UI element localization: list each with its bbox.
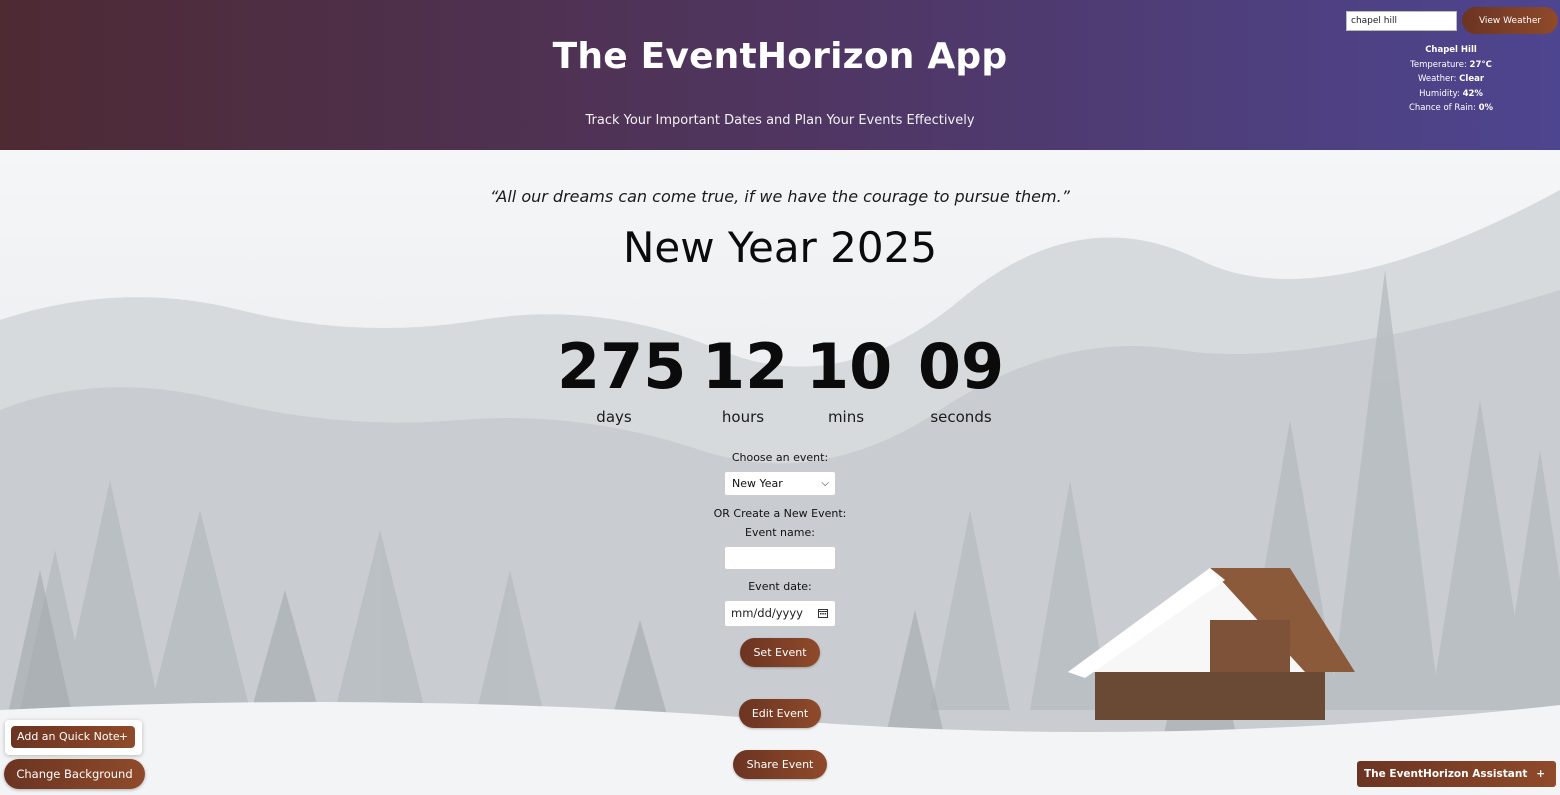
rain-value: 0%: [1478, 103, 1494, 113]
event-date-placeholder: mm/dd/yyyy: [731, 606, 803, 620]
inspirational-quote: “All our dreams can come true, if we hav…: [490, 187, 1070, 206]
weather-temperature-row: Temperature: 27°C: [1395, 58, 1507, 73]
event-name-input[interactable]: [724, 546, 836, 570]
humidity-value: 42%: [1462, 88, 1483, 99]
share-event-button[interactable]: Share Event: [733, 750, 827, 779]
event-date-label: Event date:: [748, 580, 812, 593]
city-search-input[interactable]: [1346, 11, 1457, 31]
countdown-mins: 10 mins: [806, 330, 893, 427]
weather-info-panel: Chapel Hill Temperature: 27°C Weather: C…: [1395, 43, 1507, 116]
countdown-mins-value: 10: [806, 330, 893, 403]
assistant-toggle-bar[interactable]: The EventHorizon Assistant +: [1357, 761, 1556, 787]
weather-rain-row: Chance of Rain: 0%: [1395, 101, 1507, 116]
temperature-label: Temperature:: [1410, 59, 1467, 70]
calendar-icon[interactable]: [818, 608, 828, 618]
plus-icon[interactable]: +: [1536, 761, 1545, 787]
edit-event-button[interactable]: Edit Event: [739, 699, 821, 728]
countdown-hours-label: hours: [721, 408, 765, 426]
weather-humidity-row: Humidity: 42%: [1395, 87, 1507, 102]
add-quick-note-button[interactable]: Add an Quick Note +: [11, 726, 135, 748]
rain-label: Chance of Rain:: [1408, 103, 1476, 113]
countdown-seconds-label: seconds: [930, 408, 992, 426]
event-select-value: New Year: [732, 477, 783, 490]
quick-note-label: Add an Quick Note: [17, 730, 120, 743]
weather-label: Weather:: [1417, 74, 1457, 84]
countdown-days-value: 275: [557, 330, 687, 403]
countdown-hours-value: 12: [702, 330, 789, 403]
temperature-value: 27°C: [1469, 59, 1492, 70]
event-title: New Year 2025: [622, 223, 938, 272]
app-subtitle: Track Your Important Dates and Plan Your…: [585, 113, 975, 128]
countdown-hours: 12 hours: [702, 330, 789, 427]
event-select-dropdown[interactable]: New Year ⌵: [724, 471, 836, 496]
quick-note-widget: Add an Quick Note +: [5, 720, 142, 755]
app-header: The EventHorizon App Track Your Importan…: [0, 0, 1560, 150]
event-name-label: Event name:: [745, 526, 815, 539]
chevron-down-icon: ⌵: [821, 478, 829, 489]
countdown-seconds-value: 09: [917, 330, 1005, 403]
choose-event-label: Choose an event:: [731, 451, 829, 464]
weather-condition-row: Weather: Clear: [1395, 72, 1507, 87]
set-event-button[interactable]: Set Event: [740, 638, 820, 667]
countdown-seconds: 09 seconds: [915, 330, 1007, 427]
countdown-days: 275 days: [557, 330, 687, 427]
weather-city: Chapel Hill: [1425, 45, 1477, 55]
app-title: The EventHorizon App: [552, 36, 1008, 77]
countdown-days-label: days: [596, 408, 632, 426]
weather-value: Clear: [1459, 74, 1485, 84]
humidity-label: Humidity:: [1419, 88, 1460, 99]
event-date-input[interactable]: mm/dd/yyyy: [724, 600, 836, 627]
countdown-mins-label: mins: [827, 408, 865, 426]
view-weather-button[interactable]: View Weather: [1462, 7, 1558, 34]
assistant-label: The EventHorizon Assistant: [1364, 768, 1528, 780]
plus-icon: +: [118, 730, 128, 743]
create-event-label: OR Create a New Event:: [713, 507, 847, 520]
change-background-button[interactable]: Change Background: [4, 759, 145, 789]
